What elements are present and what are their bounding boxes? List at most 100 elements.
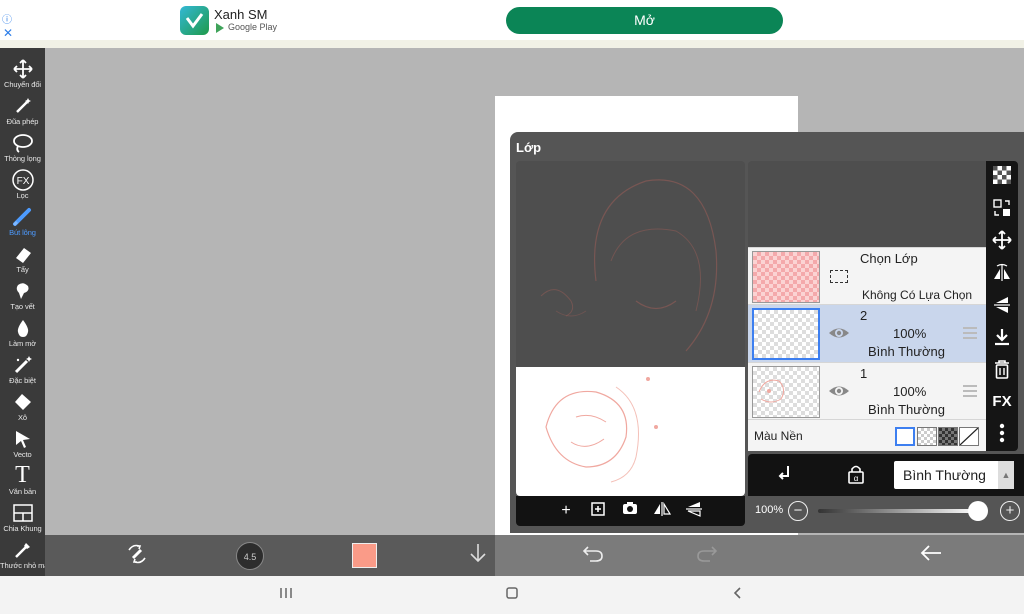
- ad-store-label: Google Play: [228, 22, 278, 32]
- layer-opacity: 100%: [893, 384, 927, 399]
- dropdown-arrow-icon: ▲: [998, 461, 1014, 489]
- tool-label: Làm mờ: [8, 339, 37, 348]
- tool-label: Lọc: [16, 191, 29, 200]
- tool-blur[interactable]: Làm mờ: [0, 315, 45, 352]
- fx-icon[interactable]: FX: [991, 391, 1013, 413]
- tool-vector[interactable]: Vecto: [0, 426, 45, 463]
- add-layer-icon[interactable]: +: [556, 501, 576, 521]
- flip-vertical-icon[interactable]: [684, 501, 704, 521]
- info-icon[interactable]: ⓘ: [2, 16, 12, 26]
- more-options-icon[interactable]: [991, 423, 1013, 445]
- move-arrows-icon: [0, 56, 45, 80]
- app-logo-icon: [180, 6, 209, 35]
- eyedropper-icon: [0, 537, 45, 561]
- bg-swatch-checker-light[interactable]: [917, 427, 937, 446]
- canvas-preview-lower: [516, 367, 745, 496]
- google-play-icon: [216, 22, 224, 33]
- layer-number: 2: [860, 308, 868, 323]
- ad-open-button[interactable]: Mở: [506, 7, 783, 34]
- tool-label: Thước nhỏ mắt: [0, 561, 51, 570]
- smudge-icon: [0, 278, 45, 302]
- layer-swap-icon[interactable]: [991, 198, 1013, 220]
- lasso-icon: [0, 130, 45, 154]
- tool-label: Văn bản: [8, 487, 37, 496]
- drag-handle-icon[interactable]: [963, 327, 977, 339]
- tool-label: Thòng lọng: [4, 154, 41, 163]
- redo-icon[interactable]: [693, 542, 721, 570]
- bg-swatch-none[interactable]: [959, 427, 979, 446]
- visibility-eye-icon[interactable]: [828, 380, 850, 402]
- tool-brush[interactable]: Bút lông: [0, 204, 45, 241]
- tool-smudge[interactable]: Tạo vết: [0, 278, 45, 315]
- sketch-preview: [540, 179, 718, 352]
- tool-eraser[interactable]: Tẩy: [0, 241, 45, 278]
- svg-text:FX: FX: [16, 176, 29, 187]
- back-arrow-icon[interactable]: [917, 542, 945, 570]
- visibility-eye-icon[interactable]: [828, 322, 850, 344]
- layer-thumbnail-sketch: [758, 379, 785, 403]
- home-icon[interactable]: [502, 585, 522, 605]
- close-icon[interactable]: ✕: [3, 27, 13, 39]
- svg-text:α: α: [854, 474, 859, 483]
- bg-swatch-white[interactable]: [895, 427, 915, 446]
- selection-layer-title: Chọn Lớp: [860, 251, 918, 266]
- opacity-increase-button[interactable]: +: [1000, 501, 1020, 521]
- merge-down-icon[interactable]: [991, 327, 1013, 349]
- opacity-slider-handle[interactable]: [968, 501, 988, 521]
- color-picker-swatch[interactable]: [352, 543, 377, 568]
- layer-row[interactable]: 1 100% Bình Thường: [748, 362, 986, 419]
- bottom-toolbar-right: 2: [495, 535, 1024, 576]
- selection-marquee-icon: [830, 270, 848, 283]
- background-color-label: Màu Nền: [754, 429, 803, 443]
- tool-label: Đặc biệt: [9, 376, 36, 385]
- tool-magic-wand[interactable]: Đũa phép: [0, 93, 45, 130]
- bottom-toolbar: 4.5 2: [45, 535, 1024, 576]
- down-arrow-icon[interactable]: [464, 542, 492, 570]
- tool-label: Chia Khung: [3, 524, 42, 533]
- system-nav-bar: [0, 576, 1024, 614]
- tool-transform[interactable]: Chuyển đổi: [0, 56, 45, 93]
- tool-bucket[interactable]: Xô: [0, 389, 45, 426]
- tool-special[interactable]: Đặc biệt: [0, 352, 45, 389]
- selection-layer-row[interactable]: Chọn Lớp Không Có Lựa Chọn: [748, 247, 986, 304]
- tool-label: Xô: [18, 413, 27, 422]
- layer-opacity: 100%: [893, 326, 927, 341]
- layer-side-toolbar: FX: [986, 161, 1018, 451]
- tool-label: Vecto: [13, 450, 32, 459]
- layer-row[interactable]: 2 100% Bình Thường: [748, 304, 986, 362]
- add-folder-icon[interactable]: [588, 501, 608, 521]
- opacity-row: 100% − +: [748, 496, 1024, 526]
- opacity-decrease-button[interactable]: −: [788, 501, 808, 521]
- tool-label: Tạo vết: [10, 302, 35, 311]
- transform-brush-icon[interactable]: [123, 542, 151, 570]
- layer-thumbnail: [752, 308, 820, 360]
- undo-icon[interactable]: [579, 542, 607, 570]
- canvas-preview[interactable]: [516, 161, 745, 496]
- flip-layer-horizontal-icon[interactable]: [991, 263, 1013, 285]
- tool-lasso[interactable]: Thòng lọng: [0, 130, 45, 167]
- move-layer-icon[interactable]: [991, 230, 1013, 252]
- clipping-arrow-icon[interactable]: [774, 464, 796, 486]
- camera-icon[interactable]: [620, 501, 640, 521]
- drag-handle-icon[interactable]: [963, 385, 977, 397]
- tool-text[interactable]: T Văn bản: [0, 463, 45, 500]
- left-toolbar: Chuyển đổi Đũa phép Thòng lọng FX Lọc Bú…: [0, 48, 51, 576]
- tool-frame-divider[interactable]: Chia Khung: [0, 500, 45, 537]
- ad-store: Google Play: [216, 22, 277, 33]
- recent-apps-icon[interactable]: [276, 585, 296, 605]
- blend-mode-select[interactable]: Bình Thường ▲: [894, 461, 1014, 489]
- transparency-icon[interactable]: [991, 166, 1013, 188]
- blend-mode-value: Bình Thường: [903, 467, 986, 483]
- tool-filter[interactable]: FX Lọc: [0, 167, 45, 204]
- back-icon[interactable]: [728, 585, 748, 605]
- brush-size-indicator[interactable]: 4.5: [236, 542, 264, 570]
- alpha-lock-icon[interactable]: α: [845, 464, 867, 486]
- bg-swatch-checker-dark[interactable]: [938, 427, 958, 446]
- opacity-label: 100%: [755, 504, 784, 516]
- trash-icon[interactable]: [991, 359, 1013, 381]
- ad-banner[interactable]: ⓘ ✕ Xanh SM Google Play Mở: [0, 0, 1024, 40]
- flip-layer-vertical-icon[interactable]: [991, 295, 1013, 317]
- tool-eyedropper[interactable]: Thước nhỏ mắt: [0, 537, 51, 574]
- flip-horizontal-icon[interactable]: [652, 501, 672, 521]
- opacity-slider[interactable]: [818, 509, 978, 513]
